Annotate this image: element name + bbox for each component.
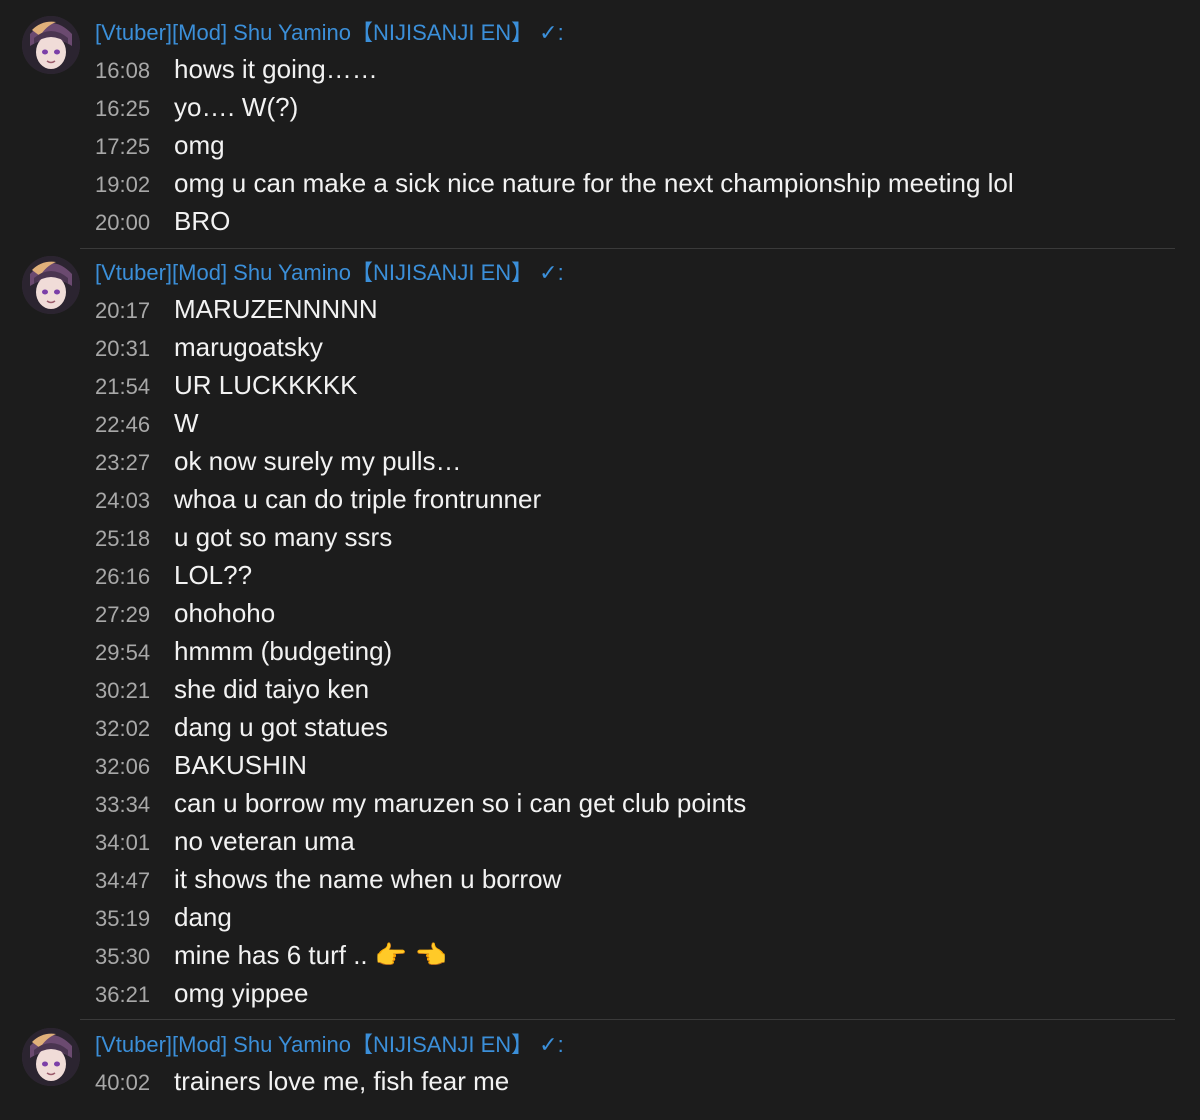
chat-message: 16:08 hows it going…… <box>0 50 1200 88</box>
chat-message: 25:18 u got so many ssrs <box>0 518 1200 556</box>
message-timestamp[interactable]: 35:19 <box>95 906 150 932</box>
verified-badge-icon: ✓: <box>539 20 564 45</box>
chat-message: 27:29 ohohoho <box>0 594 1200 632</box>
message-text: LOL?? <box>174 560 253 590</box>
message-text: whoa u can do triple frontrunner <box>174 484 542 514</box>
chat-replay: [Vtuber][Mod] Shu Yamino【NIJISANJI EN】 ✓:… <box>0 0 1200 1120</box>
chat-message: 20:00 BRO <box>0 202 1200 240</box>
message-timestamp[interactable]: 27:29 <box>95 602 150 628</box>
message-text: mine has 6 turf .. 👉 👈 <box>174 940 447 970</box>
message-timestamp[interactable]: 16:25 <box>95 96 150 122</box>
message-timestamp[interactable]: 35:30 <box>95 944 150 970</box>
message-group: [Vtuber][Mod] Shu Yamino【NIJISANJI EN】 ✓:… <box>0 0 1200 240</box>
message-text: BRO <box>174 206 231 236</box>
message-group: [Vtuber][Mod] Shu Yamino【NIJISANJI EN】 ✓:… <box>0 1012 1200 1112</box>
message-group: [Vtuber][Mod] Shu Yamino【NIJISANJI EN】 ✓:… <box>0 240 1200 1016</box>
message-timestamp[interactable]: 26:16 <box>95 564 150 590</box>
message-timestamp[interactable]: 34:01 <box>95 830 150 856</box>
message-timestamp[interactable]: 32:02 <box>95 716 150 742</box>
chat-message: 34:01 no veteran uma <box>0 822 1200 860</box>
message-text: marugoatsky <box>174 332 323 362</box>
author-name-text: [Vtuber][Mod] Shu Yamino【NIJISANJI EN】 <box>95 260 534 285</box>
message-timestamp[interactable]: 33:34 <box>95 792 150 818</box>
message-text: dang <box>174 902 232 932</box>
message-timestamp[interactable]: 29:54 <box>95 640 150 666</box>
message-timestamp[interactable]: 30:21 <box>95 678 150 704</box>
message-text: BAKUSHIN <box>174 750 307 780</box>
chat-message: 23:27 ok now surely my pulls… <box>0 442 1200 480</box>
message-text: she did taiyo ken <box>174 674 370 704</box>
message-text: omg yippee <box>174 978 309 1008</box>
message-timestamp[interactable]: 36:21 <box>95 982 150 1008</box>
message-text: UR LUCKKKKK <box>174 370 358 400</box>
message-timestamp[interactable]: 21:54 <box>95 374 150 400</box>
message-text: yo…. W(?) <box>174 92 299 122</box>
chat-message: 20:31 marugoatsky <box>0 328 1200 366</box>
chat-message: 21:54 UR LUCKKKKK <box>0 366 1200 404</box>
verified-badge-icon: ✓: <box>539 260 564 285</box>
chat-message: 35:19 dang <box>0 898 1200 936</box>
chat-message: 24:03 whoa u can do triple frontrunner <box>0 480 1200 518</box>
chat-message: 34:47 it shows the name when u borrow <box>0 860 1200 898</box>
message-timestamp[interactable]: 32:06 <box>95 754 150 780</box>
message-text: omg u can make a sick nice nature for th… <box>174 168 1014 198</box>
chat-message: 20:17 MARUZENNNNN <box>0 290 1200 328</box>
message-text: W <box>174 408 199 438</box>
chat-message: 29:54 hmmm (budgeting) <box>0 632 1200 670</box>
chat-message: 32:02 dang u got statues <box>0 708 1200 746</box>
message-timestamp[interactable]: 20:17 <box>95 298 150 324</box>
author-name[interactable]: [Vtuber][Mod] Shu Yamino【NIJISANJI EN】 ✓: <box>95 20 564 46</box>
message-timestamp[interactable]: 19:02 <box>95 172 150 198</box>
message-timestamp[interactable]: 22:46 <box>95 412 150 438</box>
message-timestamp[interactable]: 20:00 <box>95 210 150 236</box>
author-name[interactable]: [Vtuber][Mod] Shu Yamino【NIJISANJI EN】 ✓: <box>95 1032 564 1058</box>
message-timestamp[interactable]: 34:47 <box>95 868 150 894</box>
message-text: MARUZENNNNN <box>174 294 378 324</box>
author-name-text: [Vtuber][Mod] Shu Yamino【NIJISANJI EN】 <box>95 1032 534 1057</box>
message-timestamp[interactable]: 17:25 <box>95 134 150 160</box>
chat-message: 35:30 mine has 6 turf .. 👉 👈 <box>0 936 1200 974</box>
message-text: omg <box>174 130 225 160</box>
chat-message: 36:21 omg yippee <box>0 974 1200 1012</box>
author-name-text: [Vtuber][Mod] Shu Yamino【NIJISANJI EN】 <box>95 20 534 45</box>
message-text: dang u got statues <box>174 712 388 742</box>
message-timestamp[interactable]: 40:02 <box>95 1070 150 1096</box>
chat-message: 30:21 she did taiyo ken <box>0 670 1200 708</box>
verified-badge-icon: ✓: <box>539 1032 564 1057</box>
message-text: ohohoho <box>174 598 276 628</box>
message-timestamp[interactable]: 16:08 <box>95 58 150 84</box>
message-text: hmmm (budgeting) <box>174 636 393 666</box>
chat-message: 16:25 yo…. W(?) <box>0 88 1200 126</box>
chat-message: 32:06 BAKUSHIN <box>0 746 1200 784</box>
message-timestamp[interactable]: 23:27 <box>95 450 150 476</box>
message-text: no veteran uma <box>174 826 355 856</box>
message-text: ok now surely my pulls… <box>174 446 462 476</box>
chat-message: 26:16 LOL?? <box>0 556 1200 594</box>
author-name[interactable]: [Vtuber][Mod] Shu Yamino【NIJISANJI EN】 ✓: <box>95 260 564 286</box>
message-timestamp[interactable]: 20:31 <box>95 336 150 362</box>
chat-message: 40:02 trainers love me, fish fear me <box>0 1062 1200 1100</box>
chat-message: 33:34 can u borrow my maruzen so i can g… <box>0 784 1200 822</box>
message-text: u got so many ssrs <box>174 522 393 552</box>
message-text: trainers love me, fish fear me <box>174 1066 510 1096</box>
chat-message: 19:02 omg u can make a sick nice nature … <box>0 164 1200 202</box>
chat-message: 22:46 W <box>0 404 1200 442</box>
message-timestamp[interactable]: 24:03 <box>95 488 150 514</box>
message-text: hows it going…… <box>174 54 378 84</box>
message-text: can u borrow my maruzen so i can get clu… <box>174 788 747 818</box>
message-text: it shows the name when u borrow <box>174 864 562 894</box>
message-timestamp[interactable]: 25:18 <box>95 526 150 552</box>
chat-message: 17:25 omg <box>0 126 1200 164</box>
